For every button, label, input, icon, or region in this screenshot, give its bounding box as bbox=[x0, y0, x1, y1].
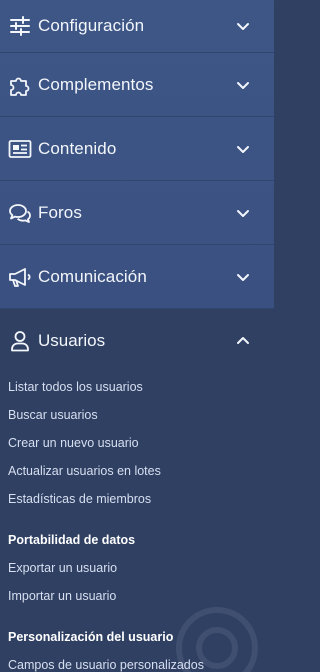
user-icon bbox=[8, 329, 32, 353]
portabilidad-menu: Exportar un usuario Importar un usuario bbox=[0, 554, 274, 610]
watermark-logo-icon bbox=[176, 607, 258, 672]
section-foros[interactable]: Foros bbox=[0, 181, 274, 245]
chevron-down-icon bbox=[237, 23, 249, 30]
section-usuarios-header[interactable]: Usuarios bbox=[0, 309, 274, 373]
menu-item-crear-usuario[interactable]: Crear un nuevo usuario bbox=[0, 429, 274, 457]
admin-sidebar: Configuración Complementos Contenido For… bbox=[0, 0, 274, 672]
chevron-down-icon bbox=[237, 273, 249, 281]
group-heading-portabilidad: Portabilidad de datos bbox=[8, 533, 136, 547]
collapsed-sections: Configuración Complementos Contenido For… bbox=[0, 0, 274, 309]
section-label: Foros bbox=[38, 202, 82, 222]
menu-item-listar-usuarios[interactable]: Listar todos los usuarios bbox=[0, 373, 274, 401]
section-configuracion[interactable]: Configuración bbox=[0, 0, 274, 53]
section-label: Complementos bbox=[38, 74, 154, 94]
menu-item-actualizar-lotes[interactable]: Actualizar usuarios en lotes bbox=[0, 457, 274, 485]
section-usuarios: Usuarios Listar todos los usuarios Busca… bbox=[0, 309, 274, 672]
chevron-up-icon bbox=[237, 337, 249, 344]
chat-bubbles-icon bbox=[8, 201, 32, 225]
section-complementos[interactable]: Complementos bbox=[0, 53, 274, 117]
usuarios-menu: Listar todos los usuarios Buscar usuario… bbox=[0, 373, 274, 513]
chevron-down-icon bbox=[237, 209, 249, 217]
section-label: Usuarios bbox=[38, 331, 106, 350]
section-contenido[interactable]: Contenido bbox=[0, 117, 274, 181]
chevron-down-icon bbox=[237, 145, 249, 153]
menu-item-buscar-usuarios[interactable]: Buscar usuarios bbox=[0, 401, 274, 429]
section-label: Comunicación bbox=[38, 266, 147, 286]
newspaper-icon bbox=[8, 137, 32, 161]
chevron-down-icon bbox=[237, 81, 249, 89]
section-label: Contenido bbox=[38, 138, 117, 158]
menu-item-exportar-usuario[interactable]: Exportar un usuario bbox=[0, 554, 274, 582]
menu-item-estadisticas[interactable]: Estadísticas de miembros bbox=[0, 485, 274, 513]
section-comunicacion[interactable]: Comunicación bbox=[0, 245, 274, 309]
megaphone-icon bbox=[8, 265, 32, 289]
puzzle-icon bbox=[8, 73, 32, 97]
section-label: Configuración bbox=[38, 16, 145, 35]
sliders-icon bbox=[8, 14, 32, 38]
